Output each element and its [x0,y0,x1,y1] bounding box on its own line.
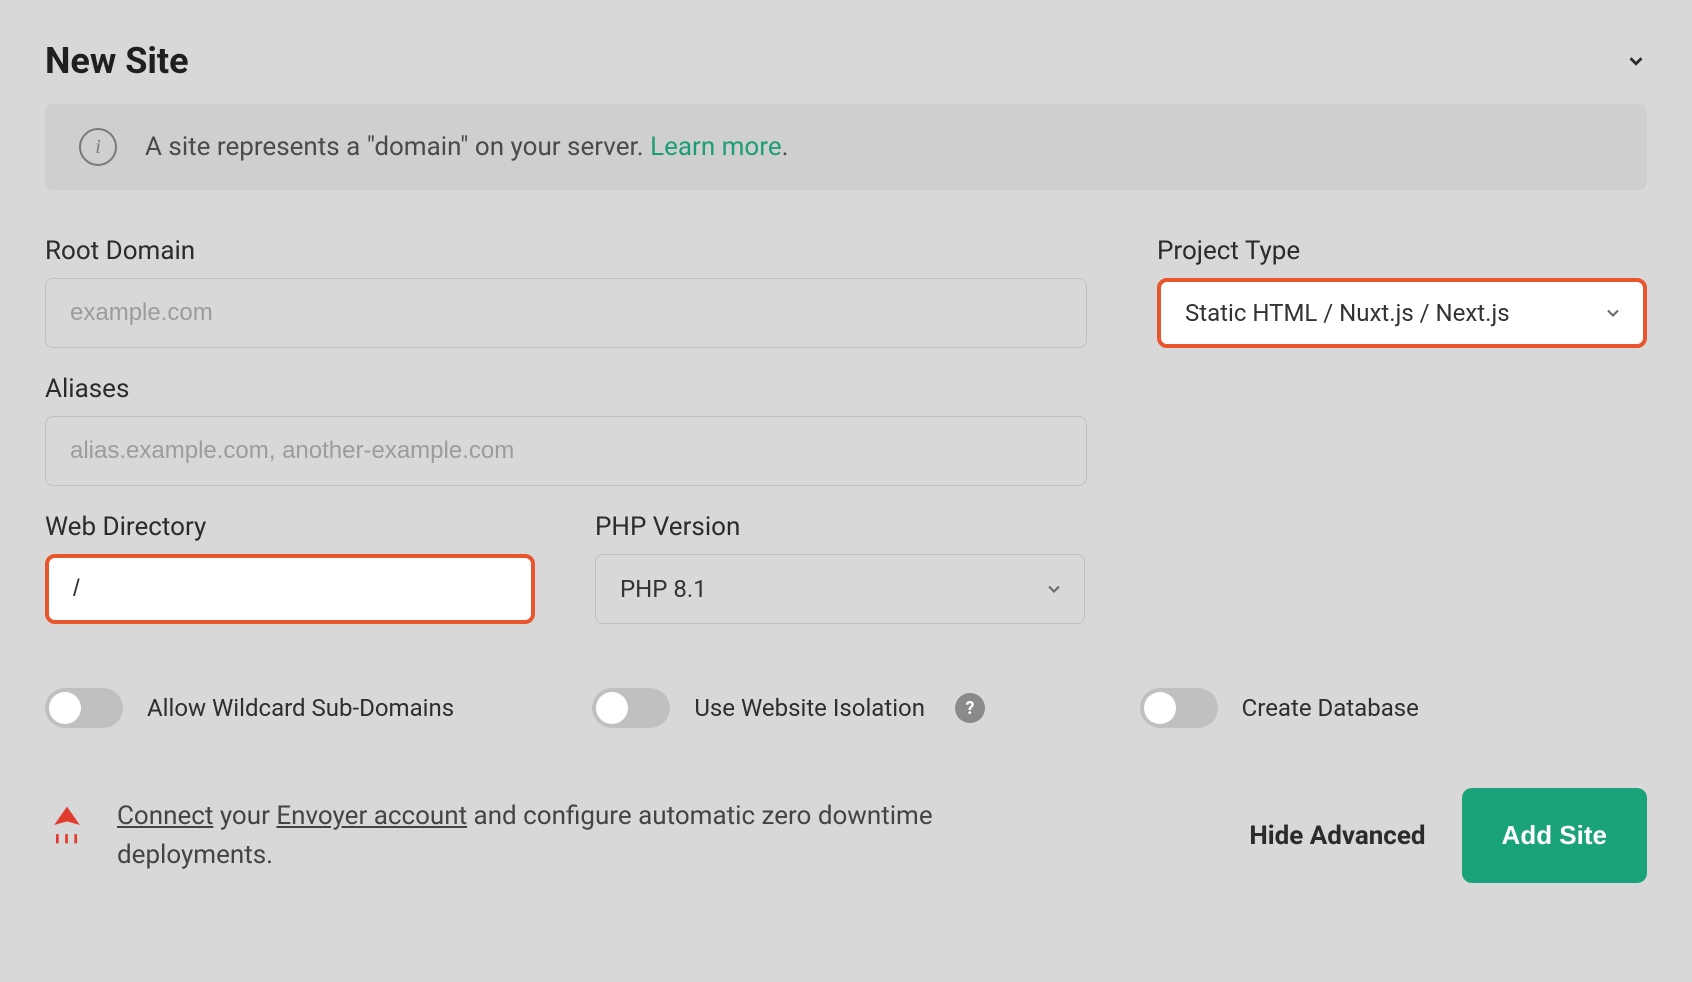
project-type-highlight: Static HTML / Nuxt.js / Next.js [1157,278,1647,348]
create-db-toggle[interactable] [1140,688,1218,728]
php-version-value: PHP 8.1 [620,575,707,603]
form-grid: Root Domain Aliases Web Directory PHP Ve… [45,236,1647,624]
toggle-create-db: Create Database [1140,688,1647,728]
web-directory-highlight [45,554,535,624]
create-db-label: Create Database [1242,694,1419,722]
aliases-input[interactable] [45,416,1087,486]
envoyer-block: Connect your Envoyer account and configu… [45,797,1017,875]
panel-title: New Site [45,40,189,82]
web-directory-label: Web Directory [45,512,535,542]
hide-advanced-button[interactable]: Hide Advanced [1249,821,1425,851]
webdir-php-row: Web Directory PHP Version PHP 8.1 [45,512,1087,624]
connect-link[interactable]: Connect [117,801,213,831]
root-domain-field: Root Domain [45,236,1087,348]
project-type-label: Project Type [1157,236,1647,266]
project-type-field: Project Type Static HTML / Nuxt.js / Nex… [1157,236,1647,624]
info-text: A site represents a "domain" on your ser… [145,132,788,162]
info-banner: i A site represents a "domain" on your s… [45,104,1647,190]
project-type-value: Static HTML / Nuxt.js / Next.js [1185,299,1510,327]
add-site-button[interactable]: Add Site [1462,788,1647,883]
root-domain-input[interactable] [45,278,1087,348]
isolation-toggle[interactable] [592,688,670,728]
aliases-label: Aliases [45,374,1087,404]
php-version-label: PHP Version [595,512,1085,542]
isolation-label: Use Website Isolation [694,694,925,722]
web-directory-input[interactable] [49,558,531,620]
toggle-wildcard: Allow Wildcard Sub-Domains [45,688,552,728]
envoyer-account-link[interactable]: Envoyer account [276,801,467,831]
wildcard-toggle[interactable] [45,688,123,728]
envoyer-text: Connect your Envoyer account and configu… [117,797,1017,875]
left-column: Root Domain Aliases Web Directory PHP Ve… [45,236,1087,624]
web-directory-field: Web Directory [45,512,535,624]
toggle-isolation: Use Website Isolation ? [592,688,1099,728]
footer-actions: Hide Advanced Add Site [1249,788,1647,883]
project-type-select[interactable]: Static HTML / Nuxt.js / Next.js [1161,282,1643,344]
help-icon[interactable]: ? [955,693,985,723]
envoyer-mid1: your [213,801,276,831]
root-domain-label: Root Domain [45,236,1087,266]
panel-header: New Site [45,40,1647,82]
toggle-row: Allow Wildcard Sub-Domains Use Website I… [45,688,1647,728]
new-site-panel: New Site i A site represents a "domain" … [45,40,1647,883]
envoyer-icon [45,803,89,847]
chevron-down-icon [1044,579,1064,599]
info-period: . [782,132,789,162]
php-version-select[interactable]: PHP 8.1 [595,554,1085,624]
collapse-chevron-icon[interactable] [1625,50,1647,72]
wildcard-label: Allow Wildcard Sub-Domains [147,694,454,722]
info-icon: i [79,128,117,166]
info-text-prefix: A site represents a "domain" on your ser… [145,132,650,162]
php-version-field: PHP Version PHP 8.1 [595,512,1085,624]
chevron-down-icon [1603,303,1623,323]
learn-more-link[interactable]: Learn more [650,132,782,162]
aliases-field: Aliases [45,374,1087,486]
footer-row: Connect your Envoyer account and configu… [45,788,1647,883]
